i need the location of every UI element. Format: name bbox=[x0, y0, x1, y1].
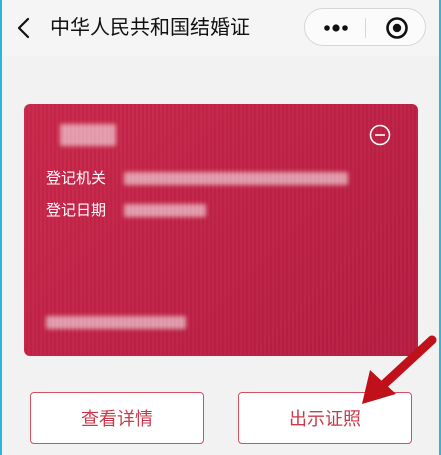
registrar-redacted bbox=[124, 172, 348, 185]
view-details-button[interactable]: 查看详情 bbox=[30, 392, 204, 444]
collapse-minus-icon[interactable] bbox=[369, 124, 391, 146]
arrow-annotation-icon bbox=[362, 335, 437, 404]
back-chevron-icon[interactable] bbox=[14, 16, 34, 40]
registration-date-label: 登记日期 bbox=[46, 201, 107, 219]
mini-program-screen: 中华人民共和国结婚证 登记机关 登记日期 查看详情 出示证照 bbox=[2, 0, 439, 455]
page-title: 中华人民共和国结婚证 bbox=[50, 15, 250, 39]
capsule-menu bbox=[304, 8, 426, 46]
certificate-number-redacted bbox=[46, 316, 186, 329]
target-icon[interactable] bbox=[385, 16, 409, 40]
capsule-divider bbox=[365, 18, 366, 38]
more-dots-icon[interactable] bbox=[321, 18, 351, 38]
navigation-bar: 中华人民共和国结婚证 bbox=[2, 0, 439, 56]
marriage-certificate-card[interactable]: 登记机关 登记日期 bbox=[24, 104, 418, 356]
registration-date-redacted bbox=[124, 204, 206, 217]
registrar-label: 登记机关 bbox=[46, 169, 107, 187]
name-redacted bbox=[60, 124, 116, 146]
